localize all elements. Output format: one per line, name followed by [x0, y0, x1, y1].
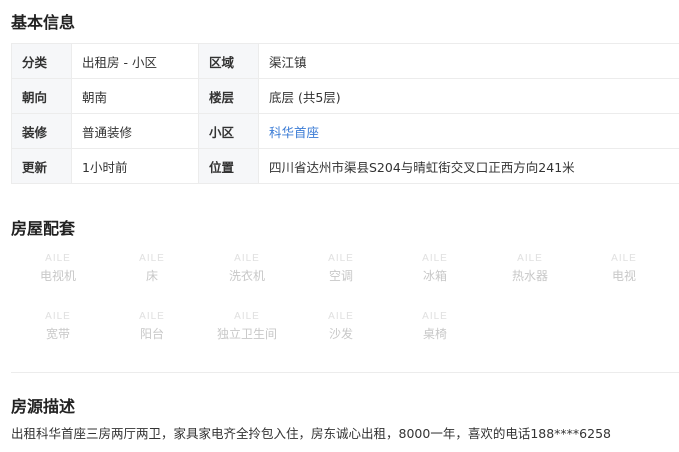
facility-washer: AILE 洗衣机 — [217, 252, 277, 284]
facility-sofa: AILE 沙发 — [311, 310, 371, 342]
facilities-row: AILE 电视机 AILE 床 AILE 洗衣机 AILE 空调 AILE 冰箱 AILE… — [11, 252, 679, 310]
facility-broadband: AILE 宽带 — [28, 310, 88, 342]
facility-logo-icon: AILE — [422, 253, 448, 264]
facility-water-heater: AILE 热水器 — [500, 252, 560, 284]
basic-info-table: 分类 出租房 - 小区 区域 渠江镇 朝向 朝南 楼层 底层 (共5层) 装修 … — [11, 43, 679, 184]
facility-bed: AILE 床 — [122, 252, 182, 284]
facilities-title: 房屋配套 — [11, 219, 76, 238]
floor-key: 楼层 — [198, 78, 259, 114]
basic-info-title: 基本信息 — [11, 13, 76, 32]
area-key: 区域 — [198, 43, 259, 79]
section-divider — [11, 372, 679, 373]
category-key: 分类 — [11, 43, 72, 79]
facility-logo-icon: AILE — [139, 311, 165, 322]
facility-logo-icon: AILE — [328, 253, 354, 264]
facilities-row: AILE 宽带 AILE 阳台 AILE 独立卫生间 AILE 沙发 AILE 桌椅 — [11, 310, 679, 368]
community-key: 小区 — [198, 113, 259, 149]
facility-logo-icon: AILE — [45, 253, 71, 264]
decoration-key: 装修 — [11, 113, 72, 149]
area-value: 渠江镇 — [258, 43, 679, 79]
facility-balcony: AILE 阳台 — [122, 310, 182, 342]
facility-logo-icon: AILE — [328, 311, 354, 322]
facility-tv-2: AILE 电视 — [594, 252, 654, 284]
description-title: 房源描述 — [11, 397, 76, 416]
facility-fridge: AILE 冰箱 — [405, 252, 465, 284]
updated-value: 1小时前 — [71, 148, 199, 184]
facility-logo-icon: AILE — [139, 253, 165, 264]
table-row: 更新 1小时前 位置 四川省达州市渠县S204与晴虹街交叉口正西方向241米 — [11, 148, 679, 184]
updated-key: 更新 — [11, 148, 72, 184]
table-row: 朝向 朝南 楼层 底层 (共5层) — [11, 78, 679, 114]
community-link[interactable]: 科华首座 — [258, 113, 679, 149]
facility-logo-icon: AILE — [234, 253, 260, 264]
description-text: 出租科华首座三房两厅两卫，家具家电齐全拎包入住，房东诚心出租，8000一年，喜欢… — [11, 426, 611, 441]
facilities-grid: AILE 电视机 AILE 床 AILE 洗衣机 AILE 空调 AILE 冰箱 AILE… — [11, 252, 679, 368]
orientation-key: 朝向 — [11, 78, 72, 114]
decoration-value: 普通装修 — [71, 113, 199, 149]
facility-logo-icon: AILE — [45, 311, 71, 322]
facility-ac: AILE 空调 — [311, 252, 371, 284]
table-row: 分类 出租房 - 小区 区域 渠江镇 — [11, 43, 679, 79]
facility-tv: AILE 电视机 — [28, 252, 88, 284]
orientation-value: 朝南 — [71, 78, 199, 114]
table-row: 装修 普通装修 小区 科华首座 — [11, 113, 679, 149]
facility-logo-icon: AILE — [611, 253, 637, 264]
facility-table-chairs: AILE 桌椅 — [405, 310, 465, 342]
location-key: 位置 — [198, 148, 259, 184]
facility-logo-icon: AILE — [517, 253, 543, 264]
floor-value: 底层 (共5层) — [258, 78, 679, 114]
facility-private-bathroom: AILE 独立卫生间 — [212, 310, 282, 342]
category-value: 出租房 - 小区 — [71, 43, 199, 79]
facility-logo-icon: AILE — [234, 311, 260, 322]
location-value: 四川省达州市渠县S204与晴虹街交叉口正西方向241米 — [258, 148, 679, 184]
facility-logo-icon: AILE — [422, 311, 448, 322]
